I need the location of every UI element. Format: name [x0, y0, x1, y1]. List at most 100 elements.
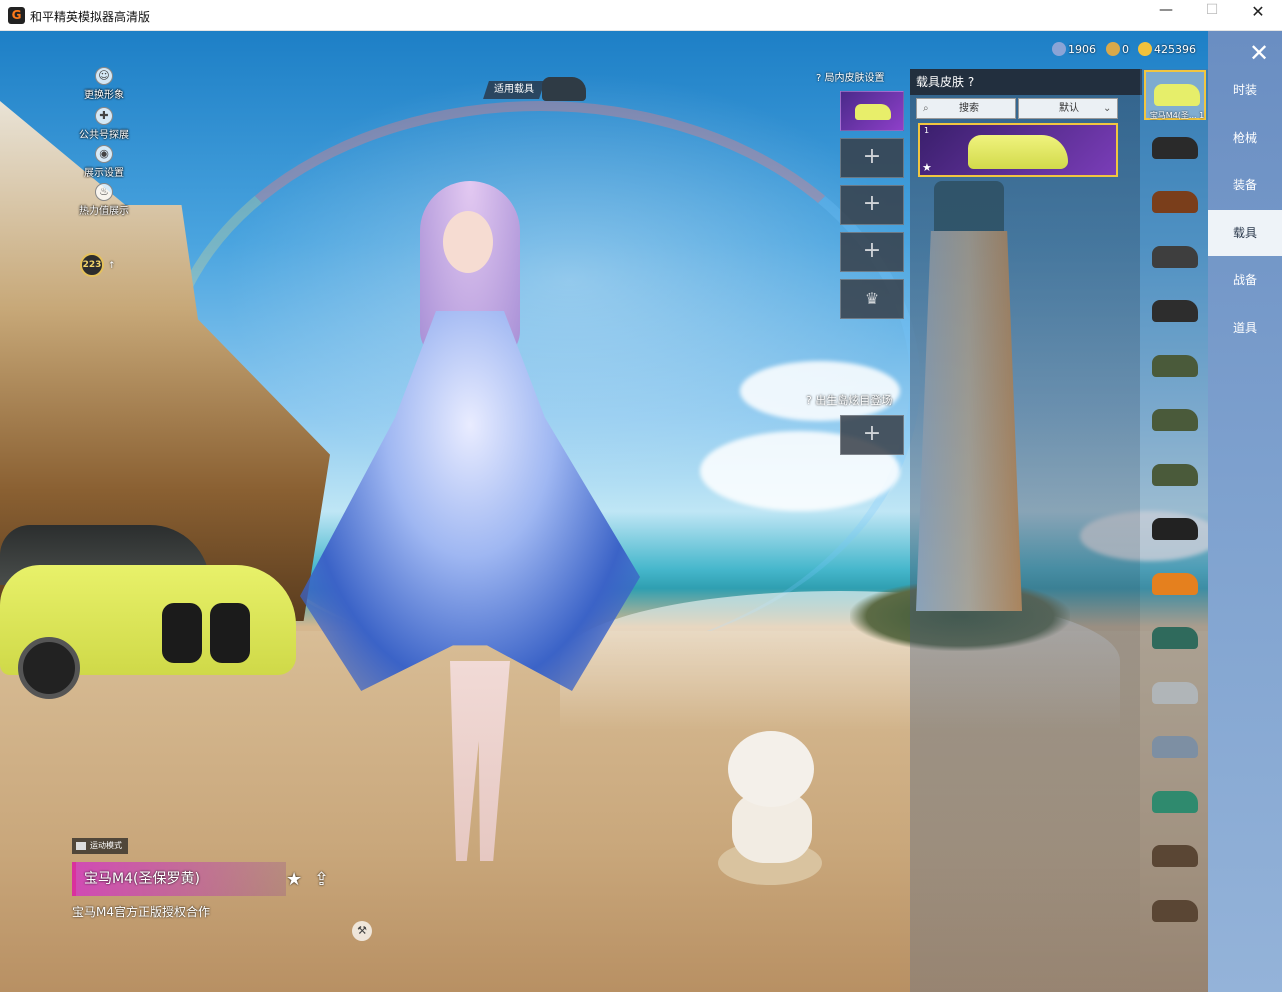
vehicle-list-item[interactable] — [1144, 288, 1206, 338]
currency-3: 425396 — [1138, 41, 1196, 59]
close-icon[interactable]: ✕ — [1244, 39, 1274, 67]
nav-vehicle[interactable]: 载具 — [1208, 210, 1282, 256]
in-round-skin-header: ? 局内皮肤设置 — [816, 69, 885, 84]
star-icon: ★ — [922, 161, 932, 174]
in-round-skin-title: 局内皮肤设置 — [824, 73, 885, 84]
currency-2: 0 — [1106, 41, 1129, 59]
vehicle-thumbnail — [1152, 191, 1198, 213]
currency-1: 1906 — [1052, 41, 1096, 59]
coupon-icon — [1052, 42, 1066, 56]
window-titlebar: G 和平精英模拟器高清版 — ☐ ✕ — [0, 0, 1282, 31]
vehicle-thumbnail — [1152, 245, 1198, 268]
skin-slot-3[interactable]: + — [840, 185, 904, 225]
display-settings-button[interactable]: ◉ 展示设置 — [56, 145, 152, 179]
window-title: 和平精英模拟器高清版 — [30, 10, 151, 24]
pet-companion — [718, 731, 828, 891]
share-icon[interactable]: ⇪ — [314, 869, 329, 890]
panel-title-text: 载具皮肤 — [916, 75, 965, 89]
vehicle-list-item[interactable] — [1144, 724, 1206, 774]
vehicle-list-item[interactable] — [1144, 833, 1206, 883]
skin-slot-1[interactable] — [840, 91, 904, 131]
favorite-star-icon[interactable]: ★ — [286, 869, 302, 890]
vehicle-list-item[interactable] — [1144, 561, 1206, 611]
vehicle-list-item[interactable] — [1144, 343, 1206, 393]
person-icon: ☺ — [95, 67, 113, 85]
vehicle-icon — [542, 77, 586, 101]
vehicle-list-item[interactable] — [1144, 452, 1206, 502]
skin-slot-locked[interactable]: ♛ — [840, 279, 904, 319]
nav-fashion[interactable]: 时装 — [1208, 67, 1282, 113]
vehicle-list-item[interactable] — [1144, 779, 1206, 829]
action-label: 热力值展示 — [79, 206, 129, 217]
game-viewport: ☺ 更换形象 ✚ 公共号探展 ◉ 展示设置 ♨ 热力值展示 223 ↑ 适用载具… — [0, 31, 1282, 992]
vehicle-thumbnail — [1152, 354, 1198, 377]
nav-firearms[interactable]: 枪械 — [1208, 115, 1282, 161]
skin-card-selected[interactable]: 1 ★ — [918, 123, 1118, 177]
vehicle-thumbnail — [1152, 845, 1198, 867]
skin-slot-4[interactable]: + — [840, 232, 904, 272]
character-dress — [300, 311, 640, 691]
nav-equipment[interactable]: 装备 — [1208, 162, 1282, 208]
heat-display-button[interactable]: ♨ 热力值展示 — [56, 183, 152, 217]
car-grille — [162, 603, 202, 663]
vehicle-list-item[interactable] — [1144, 615, 1206, 665]
vehicle-list-item[interactable] — [1144, 506, 1206, 556]
search-placeholder: 搜索 — [959, 103, 979, 114]
maximize-button[interactable]: ☐ — [1189, 2, 1235, 29]
vehicle-list-item[interactable] — [1144, 670, 1206, 720]
search-icon: ⌕ — [923, 103, 929, 114]
vehicle-skin-description: 宝马M4官方正版授权合作 — [72, 905, 210, 919]
character-face — [443, 211, 493, 273]
vehicle-thumbnail — [1152, 627, 1198, 649]
minimize-button[interactable]: — — [1143, 2, 1189, 29]
apply-vehicle-tag: 适用载具 — [483, 81, 545, 99]
car-thumbnail — [855, 104, 891, 120]
level-badge[interactable]: 223 — [80, 253, 104, 277]
public-exhibit-button[interactable]: ✚ 公共号探展 — [56, 107, 152, 141]
currency-2-value: 0 — [1122, 43, 1129, 56]
vehicle-skin-panel-title: 载具皮肤 ? — [910, 69, 1142, 95]
nav-combat-gear[interactable]: 战备 — [1208, 257, 1282, 303]
vehicle-thumbnail — [1154, 84, 1200, 106]
skin-card-car-image — [968, 135, 1068, 169]
currency-1-value: 1906 — [1068, 43, 1096, 56]
skin-search-input[interactable]: ⌕ 搜索 — [916, 98, 1016, 119]
action-label: 更换形象 — [84, 90, 124, 101]
vehicle-list-item[interactable] — [1144, 888, 1206, 938]
change-appearance-button[interactable]: ☺ 更换形象 — [56, 67, 152, 101]
vehicle-list-item[interactable]: 宝马M4(圣... 1 — [1144, 70, 1206, 120]
vehicle-list-label: 宝马M4(圣... 1 — [1149, 111, 1205, 120]
player-character[interactable] — [300, 181, 640, 881]
vehicle-list-item[interactable] — [1144, 234, 1206, 284]
character-legs — [450, 661, 510, 861]
vehicle-list-item[interactable] — [1144, 397, 1206, 447]
level-up-icon: ↑ — [108, 261, 116, 271]
vehicle-thumbnail — [1152, 790, 1198, 813]
vehicle-thumbnail — [1152, 572, 1198, 595]
window-close-button[interactable]: ✕ — [1235, 2, 1281, 29]
yellow-bmw-car — [0, 525, 300, 699]
vehicle-list-item[interactable] — [1144, 179, 1206, 229]
skin-slot-2[interactable]: + — [840, 138, 904, 178]
sort-selected-value: 默认 — [1059, 103, 1079, 114]
crown-icon: ♛ — [864, 289, 880, 308]
vehicle-skin-name: 宝马M4(圣保罗黄) — [72, 862, 286, 896]
location-icon: ✚ — [95, 107, 113, 125]
vehicle-thumbnail — [1152, 409, 1198, 431]
nav-props[interactable]: 道具 — [1208, 305, 1282, 351]
spawn-entrance-slot[interactable]: + — [840, 415, 904, 455]
gold-coin-icon — [1138, 42, 1152, 56]
help-icon[interactable]: ? — [806, 394, 812, 407]
help-icon[interactable]: ? — [968, 75, 974, 89]
apply-vehicle-label: 适用载具 — [494, 84, 534, 95]
vehicle-thumbnail — [1152, 300, 1198, 322]
vehicle-list-item[interactable] — [1144, 125, 1206, 175]
hammer-icon[interactable]: ⚒ — [352, 921, 372, 941]
skin-sort-dropdown[interactable]: 默认 ⌄ — [1018, 98, 1118, 119]
vehicle-thumbnail — [1152, 681, 1198, 704]
vehicle-thumbnail — [1152, 518, 1198, 540]
currency-3-value: 425396 — [1154, 43, 1196, 56]
spawn-entrance-title: 出生岛炫目登场 — [815, 394, 893, 407]
fire-icon: ♨ — [95, 183, 113, 201]
help-icon[interactable]: ? — [816, 73, 821, 84]
